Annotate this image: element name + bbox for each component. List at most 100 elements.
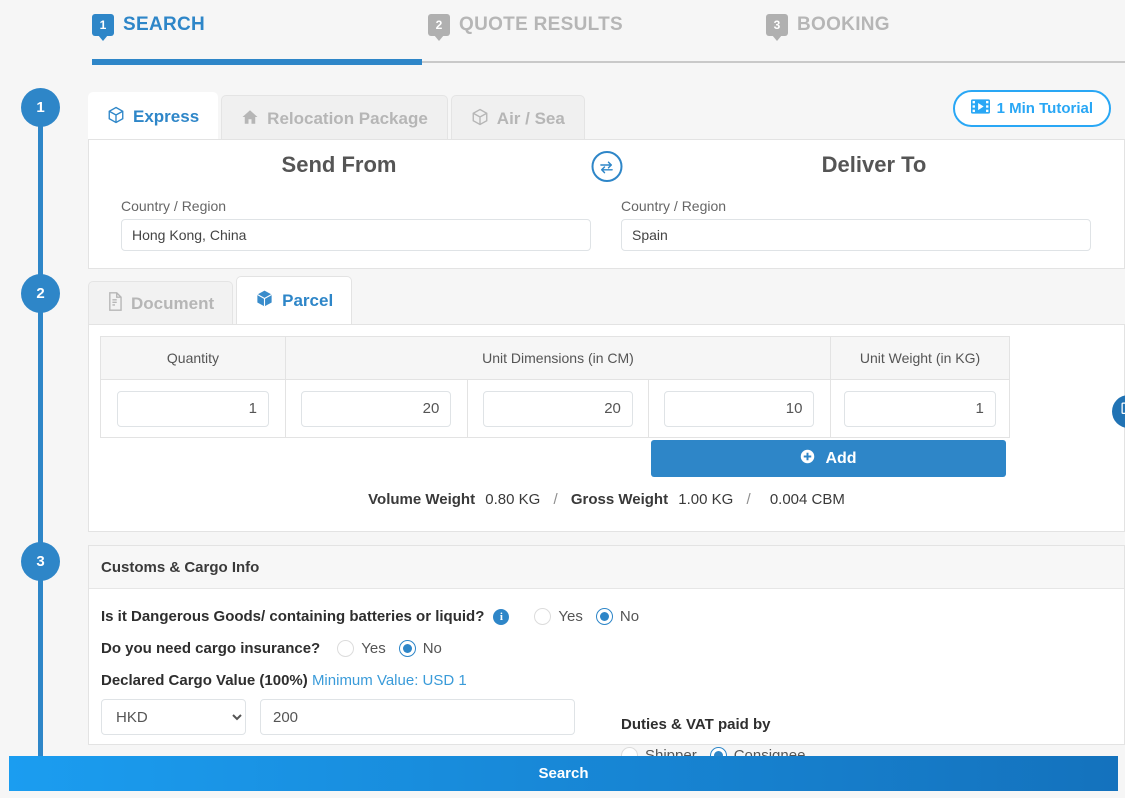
service-tab-air-sea[interactable]: Air / Sea [451, 95, 585, 142]
radio-label: No [423, 640, 442, 657]
swap-arrows-icon[interactable] [591, 151, 622, 182]
dangerous-goods-option-no[interactable]: No [596, 608, 639, 625]
weight-input[interactable] [844, 391, 996, 427]
customs-panel-title: Customs & Cargo Info [89, 546, 1124, 589]
volume-weight-label: Volume Weight [368, 491, 475, 508]
cell-height [649, 380, 831, 438]
step-label-search: SEARCH [123, 14, 205, 36]
height-input[interactable] [664, 391, 814, 427]
progress-fill [92, 59, 422, 65]
gross-weight-value: 1.00 KG [678, 491, 733, 508]
deliver-to-field-group: Country / Region [621, 198, 1091, 251]
cell-quantity [101, 380, 286, 438]
box-icon [471, 108, 489, 131]
route-panel: Send From Deliver To Country / Region Co… [88, 139, 1125, 269]
customs-panel-body: Is it Dangerous Goods/ containing batter… [89, 589, 1124, 735]
cell-weight [831, 380, 1009, 438]
cell-length [286, 380, 468, 438]
customs-panel: Customs & Cargo Info Is it Dangerous Goo… [88, 545, 1125, 745]
cargo-insurance-label: Do you need cargo insurance? [101, 640, 320, 657]
column-header-quantity: Quantity [101, 337, 286, 379]
info-icon[interactable]: i [493, 609, 509, 625]
gross-weight-label: Gross Weight [571, 491, 668, 508]
step-quote-results[interactable]: 2 QUOTE RESULTS [428, 14, 623, 36]
tutorial-button[interactable]: 1 Min Tutorial [953, 90, 1111, 127]
step-number: 2 [436, 18, 443, 32]
step-label-quote-results: QUOTE RESULTS [459, 14, 623, 36]
search-button[interactable]: Search [9, 756, 1118, 791]
route-header: Send From Deliver To [89, 140, 1124, 196]
copy-row-button[interactable] [1112, 395, 1125, 428]
radio-label: No [620, 608, 639, 625]
shipment-tab-parcel[interactable]: Parcel [236, 276, 352, 325]
dangerous-goods-label: Is it Dangerous Goods/ containing batter… [101, 608, 484, 625]
column-header-dimensions: Unit Dimensions (in CM) [286, 337, 831, 379]
service-tab-label: Express [133, 107, 199, 127]
stepper: 1 SEARCH 2 QUOTE RESULTS 3 BOOKING [88, 14, 1125, 64]
weight-summary: Volume Weight 0.80 KG / Gross Weight 1.0… [89, 491, 1124, 508]
progress-track [92, 61, 1125, 63]
cargo-insurance-option-yes[interactable]: Yes [337, 640, 385, 657]
deliver-to-country-input[interactable] [621, 219, 1091, 251]
box-icon [255, 289, 274, 313]
step-badge-2: 2 [428, 14, 450, 36]
shipment-tab-label: Document [131, 294, 214, 314]
cargo-insurance-option-no[interactable]: No [399, 640, 442, 657]
plus-circle-icon [800, 449, 815, 469]
shipment-tab-document[interactable]: Document [88, 281, 233, 325]
search-button-label: Search [538, 765, 588, 782]
dimensions-table-header: Quantity Unit Dimensions (in CM) Unit We… [101, 337, 1009, 379]
step-badge-1: 1 [92, 14, 114, 36]
summary-separator: / [737, 491, 759, 508]
add-row-button[interactable]: Add [651, 440, 1006, 477]
service-tab-label: Relocation Package [267, 109, 428, 129]
declared-value-title: Declared Cargo Value (100%) Minimum Valu… [101, 672, 1124, 689]
length-input[interactable] [301, 391, 451, 427]
column-header-weight: Unit Weight (in KG) [831, 337, 1009, 379]
step-number: 1 [100, 18, 107, 32]
progress-timeline: 1 2 3 [0, 0, 80, 798]
radio-icon[interactable] [596, 608, 613, 625]
step-number: 3 [774, 18, 781, 32]
timeline-marker-1: 1 [21, 88, 60, 127]
deliver-to-title: Deliver To [624, 152, 1124, 178]
step-badge-3: 3 [766, 14, 788, 36]
cargo-insurance-row: Do you need cargo insurance? Yes No [101, 640, 1124, 657]
currency-select[interactable]: HKDUSDEURCNYGBP [101, 699, 246, 735]
document-icon [107, 292, 123, 316]
radio-icon[interactable] [399, 640, 416, 657]
dangerous-goods-row: Is it Dangerous Goods/ containing batter… [101, 608, 1124, 625]
quantity-input[interactable] [117, 391, 269, 427]
cargo-insurance-radio-group: Yes No [337, 640, 442, 657]
radio-icon[interactable] [337, 640, 354, 657]
step-booking[interactable]: 3 BOOKING [766, 14, 890, 36]
home-icon [241, 108, 259, 131]
cbm-value: 0.004 CBM [770, 491, 845, 508]
send-from-country-label: Country / Region [121, 198, 591, 214]
cell-width [468, 380, 650, 438]
step-search[interactable]: 1 SEARCH [92, 14, 205, 36]
timeline-marker-2: 2 [21, 274, 60, 313]
deliver-to-country-label: Country / Region [621, 198, 1091, 214]
summary-separator: / [544, 491, 566, 508]
send-from-title: Send From [89, 152, 589, 178]
declared-amount-input[interactable] [260, 699, 575, 735]
declared-value-row: HKDUSDEURCNYGBP [101, 699, 1124, 735]
service-tab-relocation-package[interactable]: Relocation Package [221, 95, 448, 142]
radio-icon[interactable] [534, 608, 551, 625]
timeline-marker-3: 3 [21, 542, 60, 581]
tutorial-label: 1 Min Tutorial [997, 100, 1093, 117]
dangerous-goods-radio-group: Yes No [534, 608, 639, 625]
minimum-value-note: Minimum Value: USD 1 [312, 672, 467, 689]
shipment-type-tabs: Document Parcel [88, 276, 355, 325]
copy-icon [1120, 401, 1125, 423]
service-tab-express[interactable]: Express [88, 92, 218, 142]
send-from-country-input[interactable] [121, 219, 591, 251]
service-tabs: Express Relocation Package Air / Sea [88, 92, 588, 142]
video-icon [971, 99, 990, 118]
width-input[interactable] [483, 391, 633, 427]
dangerous-goods-option-yes[interactable]: Yes [534, 608, 582, 625]
shipment-tab-label: Parcel [282, 291, 333, 311]
timeline-line [38, 108, 43, 763]
declared-value-label: Declared Cargo Value (100%) [101, 672, 308, 689]
